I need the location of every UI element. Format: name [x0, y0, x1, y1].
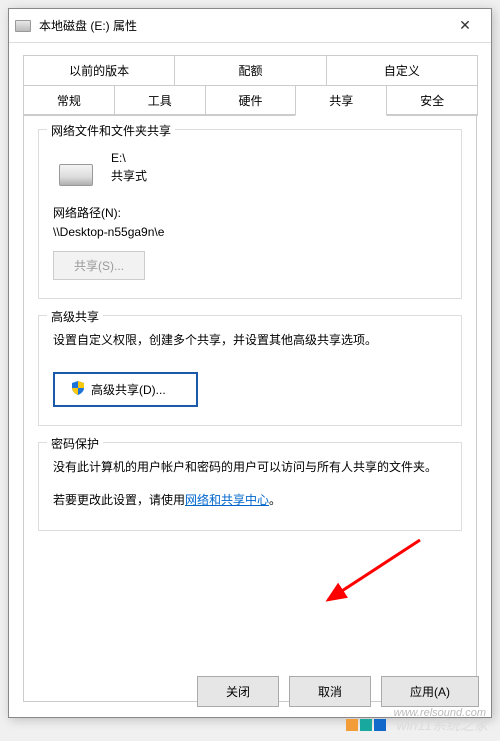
watermark-text: win11系统之家 — [396, 715, 488, 735]
advanced-share-button[interactable]: 高级共享(D)... — [53, 372, 198, 407]
network-share-group: 网络文件和文件夹共享 E:\ 共享式 网络路径(N): \\Desktop-n5… — [38, 129, 462, 299]
close-button[interactable]: 关闭 — [197, 676, 279, 707]
password-protect-desc1: 没有此计算机的用户帐户和密码的用户可以访问与所有人共享的文件夹。 — [53, 457, 447, 479]
drive-text-block: E:\ 共享式 — [111, 151, 147, 186]
advanced-share-button-label: 高级共享(D)... — [91, 381, 166, 398]
watermark-logo — [346, 719, 388, 731]
password-protect-desc2: 若要更改此设置，请使用网络和共享中心。 — [53, 490, 447, 512]
tab-row-1: 以前的版本 配额 自定义 — [23, 55, 477, 85]
drive-icon — [59, 164, 93, 186]
tab-security[interactable]: 安全 — [386, 85, 478, 116]
apply-button[interactable]: 应用(A) — [381, 676, 479, 707]
tab-panel-sharing: 网络文件和文件夹共享 E:\ 共享式 网络路径(N): \\Desktop-n5… — [23, 114, 477, 702]
tab-general[interactable]: 常规 — [23, 85, 115, 116]
drive-icon-small — [15, 20, 31, 32]
tab-previous-versions[interactable]: 以前的版本 — [23, 55, 175, 86]
drive-info-row: E:\ 共享式 — [53, 150, 447, 186]
shield-icon — [71, 381, 85, 398]
tab-row-2: 常规 工具 硬件 共享 安全 — [23, 85, 477, 115]
tab-customize[interactable]: 自定义 — [326, 55, 478, 86]
tab-quota[interactable]: 配额 — [174, 55, 326, 86]
password-protect-group: 密码保护 没有此计算机的用户帐户和密码的用户可以访问与所有人共享的文件夹。 若要… — [38, 442, 462, 531]
tabs-container: 以前的版本 配额 自定义 常规 工具 硬件 共享 安全 网络文件和文件夹共享 E… — [9, 43, 491, 702]
window-title: 本地磁盘 (E:) 属性 — [39, 17, 445, 34]
desc2-suffix: 。 — [269, 493, 281, 507]
cancel-button[interactable]: 取消 — [289, 676, 371, 707]
network-share-title: 网络文件和文件夹共享 — [47, 122, 175, 139]
network-sharing-center-link[interactable]: 网络和共享中心 — [185, 493, 269, 507]
password-protect-title: 密码保护 — [47, 435, 103, 452]
network-path-value: \\Desktop-n55ga9n\e — [53, 225, 447, 239]
advanced-share-desc: 设置自定义权限，创建多个共享，并设置其他高级共享选项。 — [53, 330, 447, 352]
drive-label: E:\ — [111, 151, 147, 165]
properties-window: 本地磁盘 (E:) 属性 ✕ 以前的版本 配额 自定义 常规 工具 硬件 共享 … — [8, 8, 492, 718]
tab-tools[interactable]: 工具 — [114, 85, 206, 116]
titlebar: 本地磁盘 (E:) 属性 ✕ — [9, 9, 491, 43]
desc2-prefix: 若要更改此设置，请使用 — [53, 493, 185, 507]
watermark: win11系统之家 — [0, 715, 500, 735]
tab-sharing[interactable]: 共享 — [295, 85, 387, 116]
share-button: 共享(S)... — [53, 251, 145, 280]
dialog-button-row: 关闭 取消 应用(A) — [197, 676, 479, 707]
share-mode-text: 共享式 — [111, 167, 147, 184]
advanced-share-title: 高级共享 — [47, 308, 103, 325]
network-path-label: 网络路径(N): — [53, 204, 447, 221]
window-close-button[interactable]: ✕ — [445, 11, 485, 41]
advanced-share-group: 高级共享 设置自定义权限，创建多个共享，并设置其他高级共享选项。 高级共享(D)… — [38, 315, 462, 426]
tab-hardware[interactable]: 硬件 — [205, 85, 297, 116]
